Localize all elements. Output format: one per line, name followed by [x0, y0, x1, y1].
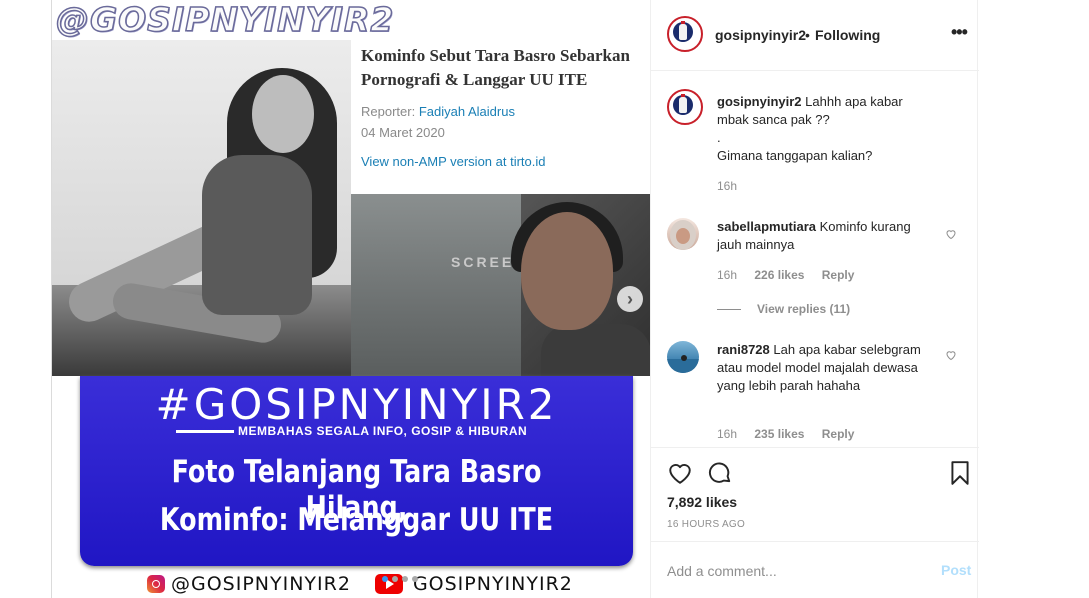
following-button[interactable]: Following — [815, 27, 880, 43]
comment-icon[interactable] — [707, 460, 733, 486]
bookmark-icon[interactable] — [947, 460, 973, 486]
carousel-dots — [382, 576, 418, 582]
header-username[interactable]: gosipnyinyir2 — [715, 27, 806, 43]
post-header: gosipnyinyir2 • Following ••• — [651, 0, 979, 71]
photo-woman-portrait: SCREE — [351, 194, 650, 376]
social-ig-handle: @GOSIPNYINYIR2 — [171, 573, 351, 595]
post-sidebar: gosipnyinyir2 • Following ••• gosipnyiny… — [650, 0, 979, 598]
action-bar: 7,892 likes 16 HOURS AGO — [651, 447, 979, 541]
caption-text: gosipnyinyir2 Lahhh apa kabar mbak sanca… — [717, 93, 932, 165]
caption-avatar[interactable] — [667, 89, 703, 125]
article-link: View non-AMP version at tirto.id — [361, 154, 546, 169]
carousel-dot — [392, 576, 398, 582]
post-button[interactable]: Post — [941, 562, 971, 578]
caption-username[interactable]: gosipnyinyir2 — [717, 94, 802, 109]
comment-heart-icon[interactable] — [945, 349, 957, 361]
add-comment-bar: Post — [651, 541, 979, 598]
banner-area: #GOSIPNYINYIR2 MEMBAHAS SEGALA INFO, GOS… — [52, 376, 650, 598]
carousel-dot — [412, 576, 418, 582]
comment-input[interactable] — [667, 560, 917, 582]
comment-text: rani8728 Lah apa kabar selebgram atau mo… — [717, 341, 932, 395]
comment-likes[interactable]: 235 likes — [754, 427, 804, 441]
comment-username[interactable]: sabellapmutiara — [717, 219, 816, 234]
carousel-dot — [402, 576, 408, 582]
social-yt-handle: GOSIPNYINYIR2 — [412, 573, 573, 595]
likes-count[interactable]: 7,892 likes — [667, 494, 737, 510]
comment-username[interactable]: rani8728 — [717, 342, 770, 357]
social-handles: @GOSIPNYINYIR2 GOSIPNYINYIR2 — [147, 572, 573, 596]
banner-hashtag: #GOSIPNYINYIR2 — [155, 380, 558, 429]
instagram-icon — [147, 575, 165, 593]
carousel-next-button[interactable]: › — [617, 286, 643, 312]
watermark-text: @GOSIPNYINYIR2 — [55, 0, 395, 40]
article-date: 04 Maret 2020 — [361, 125, 445, 140]
article-screenshot: Kominfo Sebut Tara Basro Sebarkan Pornog… — [351, 40, 650, 194]
post-time-ago[interactable]: 16 HOURS AGO — [667, 519, 745, 530]
reply-button[interactable]: Reply — [822, 427, 855, 441]
comment-time[interactable]: 16h — [717, 268, 737, 282]
caption-line-2: . — [717, 130, 721, 145]
comment-heart-icon[interactable] — [945, 228, 957, 240]
watermark-bar: @GOSIPNYINYIR2 — [52, 0, 650, 40]
comment-avatar[interactable] — [667, 341, 699, 373]
banner-subtitle: MEMBAHAS SEGALA INFO, GOSIP & HIBURAN — [238, 424, 528, 438]
headline-banner: #GOSIPNYINYIR2 MEMBAHAS SEGALA INFO, GOS… — [80, 376, 633, 566]
article-title: Kominfo Sebut Tara Basro Sebarkan Pornog… — [361, 46, 630, 89]
comment-text: sabellapmutiara Kominfo kurang jauh main… — [717, 218, 932, 254]
comment-meta: 16h 226 likes Reply — [717, 268, 854, 282]
comment-likes[interactable]: 226 likes — [754, 268, 804, 282]
heart-icon[interactable] — [667, 460, 693, 486]
carousel-dot — [382, 576, 388, 582]
reporter-label: Reporter: — [361, 104, 416, 119]
photo-woman-sitting — [52, 40, 351, 376]
comment-time[interactable]: 16h — [717, 427, 737, 441]
comment-meta: 16h 235 likes Reply — [717, 427, 854, 441]
screen-text: SCREE — [451, 254, 515, 270]
post-media[interactable]: @GOSIPNYINYIR2 Kominfo Sebut Tara Basro … — [51, 0, 650, 598]
caption-time[interactable]: 16h — [717, 179, 737, 193]
banner-headline-2: Kominfo: Melanggar UU ITE — [159, 502, 554, 538]
reply-button[interactable]: Reply — [822, 268, 855, 282]
reporter-name: Fadiyah Alaidrus — [418, 104, 515, 119]
banner-rule — [176, 430, 234, 433]
header-separator: • — [805, 27, 810, 43]
comments-list[interactable]: gosipnyinyir2 Lahhh apa kabar mbak sanca… — [651, 71, 979, 447]
view-replies-button[interactable]: View replies (11) — [717, 302, 850, 316]
article-reporter: Reporter: Fadiyah Alaidrus — [361, 104, 650, 119]
more-horizontal-icon[interactable]: ••• — [951, 22, 968, 43]
avatar[interactable] — [667, 16, 703, 52]
comment-avatar[interactable] — [667, 218, 699, 250]
caption-line-3: Gimana tanggapan kalian? — [717, 148, 873, 163]
